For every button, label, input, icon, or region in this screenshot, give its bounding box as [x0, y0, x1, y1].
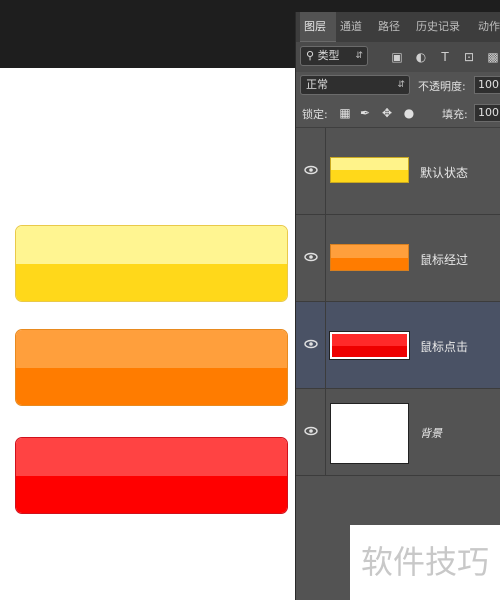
visibility-toggle[interactable] — [296, 302, 326, 388]
blend-mode-value: 正常 — [306, 78, 328, 91]
visibility-toggle[interactable] — [296, 215, 326, 301]
layer-row-background[interactable]: 背景 — [296, 389, 500, 476]
updown-arrow-icon: ⇵ — [355, 51, 363, 61]
lock-all-icon[interactable]: ● — [402, 106, 416, 120]
panel-tab-bar: 图层 通道 路径 历史记录 动作 — [296, 12, 500, 42]
layer-row-click-state[interactable]: 鼠标点击 — [296, 302, 500, 389]
layer-name[interactable]: 背景 — [420, 425, 442, 441]
smart-object-filter-icon[interactable]: ▩ — [486, 50, 500, 64]
lock-transparent-pixels-icon[interactable]: ▦ — [338, 106, 352, 120]
tab-actions[interactable]: 动作 — [478, 12, 500, 42]
layer-row-default-state[interactable]: 默认状态 — [296, 128, 500, 215]
blend-opacity-row: 正常 ⇵ 不透明度: 100 — [296, 72, 500, 100]
tab-layers[interactable]: 图层 — [300, 12, 336, 42]
filter-kind-select[interactable]: ⚲ 类型 ⇵ — [300, 46, 368, 66]
layer-thumbnail — [330, 403, 409, 464]
visibility-toggle[interactable] — [296, 128, 326, 214]
layers-panel: 图层 通道 路径 历史记录 动作 ⚲ 类型 ⇵ ▣ ◐ T ⊡ ▩ 正常 ⇵ 不… — [295, 12, 500, 600]
lock-position-move-icon[interactable]: ✥ — [380, 106, 394, 120]
layer-name[interactable]: 鼠标经过 — [420, 251, 468, 268]
yellow-button-preview — [15, 225, 288, 302]
layer-thumbnail — [330, 244, 409, 271]
blend-mode-select[interactable]: 正常 ⇵ — [300, 75, 410, 95]
adjustment-filter-icon[interactable]: ◐ — [414, 50, 428, 64]
red-button-preview — [15, 437, 288, 514]
tab-channels[interactable]: 通道 — [340, 12, 362, 42]
orange-button-preview — [15, 329, 288, 406]
visibility-toggle[interactable] — [296, 389, 326, 475]
layer-name[interactable]: 鼠标点击 — [420, 338, 468, 355]
eye-icon — [304, 252, 318, 262]
layer-filter-row: ⚲ 类型 ⇵ ▣ ◐ T ⊡ ▩ — [296, 42, 500, 72]
eye-icon — [304, 426, 318, 436]
lock-label: 锁定: — [302, 108, 328, 121]
updown-arrow-icon: ⇵ — [397, 80, 405, 90]
shape-filter-icon[interactable]: ⊡ — [462, 50, 476, 64]
opacity-input[interactable]: 100 — [474, 76, 500, 94]
eye-icon — [304, 339, 318, 349]
lock-image-pixels-brush-icon[interactable]: ✒ — [358, 106, 372, 120]
type-filter-icon[interactable]: T — [438, 50, 452, 64]
opacity-label: 不透明度: — [418, 80, 466, 93]
fill-label: 填充: — [442, 108, 468, 121]
filter-kind-label: 类型 — [317, 49, 340, 62]
layer-thumbnail — [329, 331, 410, 360]
layer-row-hover-state[interactable]: 鼠标经过 — [296, 215, 500, 302]
image-filter-icon[interactable]: ▣ — [390, 50, 404, 64]
watermark-text: 软件技巧 — [350, 525, 500, 600]
search-icon: ⚲ — [306, 49, 315, 62]
lock-fill-row: 锁定: ▦ ✒ ✥ ● 填充: 100 — [296, 100, 500, 128]
tab-paths[interactable]: 路径 — [378, 12, 400, 42]
layer-thumbnail — [330, 157, 409, 183]
eye-icon — [304, 165, 318, 175]
fill-input[interactable]: 100 — [474, 104, 500, 122]
tab-history[interactable]: 历史记录 — [416, 12, 460, 42]
layer-name[interactable]: 默认状态 — [420, 164, 468, 181]
